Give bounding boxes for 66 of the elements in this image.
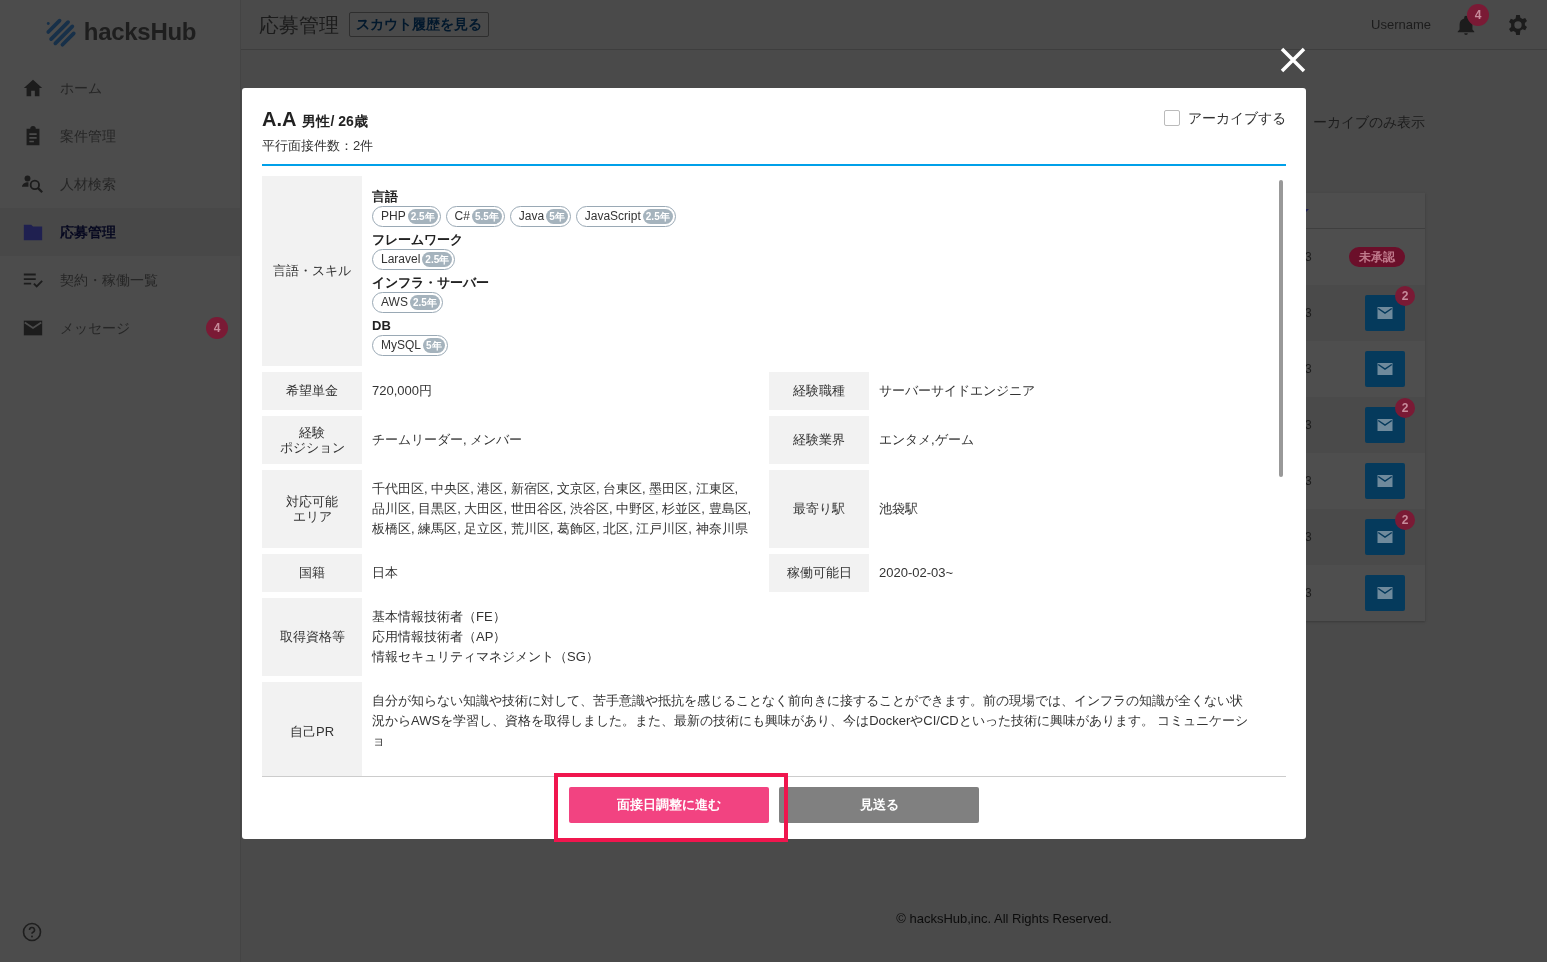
mail-icon bbox=[1376, 304, 1394, 322]
message-button[interactable] bbox=[1365, 351, 1405, 387]
field-label: 自己PR bbox=[262, 681, 362, 776]
skill-category: フレームワーク bbox=[372, 230, 464, 249]
field-label: 対応可能 bbox=[286, 493, 338, 509]
count-badge: 2 bbox=[1395, 398, 1415, 418]
skill-category: DB bbox=[372, 316, 392, 335]
message-button[interactable] bbox=[1365, 463, 1405, 499]
mail-icon bbox=[1376, 584, 1394, 602]
scout-history-button[interactable]: スカウト履歴を見る bbox=[349, 12, 489, 37]
count-badge: 2 bbox=[1395, 286, 1415, 306]
years-badge: 5年 bbox=[546, 208, 568, 224]
applicant-name: A.A bbox=[262, 108, 297, 130]
scrollbar-thumb[interactable] bbox=[1279, 179, 1283, 477]
field-label: 最寄り駅 bbox=[769, 469, 869, 548]
sidebar-item[interactable]: 応募管理 bbox=[0, 208, 240, 256]
message-button[interactable] bbox=[1365, 575, 1405, 611]
field-label: 言語・スキル bbox=[262, 175, 362, 366]
mail-icon bbox=[1376, 472, 1394, 490]
home-icon bbox=[22, 77, 44, 99]
field-label: 国籍 bbox=[262, 553, 362, 592]
mail-icon bbox=[1376, 416, 1394, 434]
self-pr-text: 自分が知らない知識や技術に対して、苦手意識や抵抗を感じることなく前向きに接することができます。前の現場では、インフラの知識が全くない状況からAWSを学習し、資格を取得しました。また、最新の技術にも興味があり、今はDockerやCI/CDといった技術に興味があります。 コミュニケーショ bbox=[371, 691, 1250, 750]
field-label: 経験業界 bbox=[769, 415, 869, 464]
field-value: チームリーダー, メンバー bbox=[371, 430, 524, 449]
status-badge: 未承認 bbox=[1349, 247, 1405, 267]
field-value: エンタメ,ゲーム bbox=[878, 430, 975, 449]
field-value: 2020-02-03~ bbox=[878, 563, 955, 582]
years-badge: 5.5年 bbox=[471, 208, 502, 224]
close-icon[interactable] bbox=[1280, 47, 1306, 73]
skill-category: 言語 bbox=[372, 187, 399, 206]
archive-checkbox[interactable]: アーカイブする bbox=[1164, 108, 1286, 156]
field-value: 基本情報技術者（FE） bbox=[372, 607, 507, 626]
copyright-text: © hacksHub,inc. All Rights Reserved. bbox=[896, 910, 1112, 926]
field-value: 720,000円 bbox=[371, 381, 433, 400]
field-value: 千代田区, 中央区, 港区, 新宿区, 文京区, 台東区, 墨田区, 江東区, 品川区, 目黒区, 大田区, 世田谷区, 渋谷区, 中野区, 杉並区, 豊島区, 板橋区, 練馬区, 足立区, 荒川区, 葛飾区, 北区, 江戸川区, 神奈川県 bbox=[371, 479, 753, 538]
person-search-icon bbox=[22, 173, 44, 195]
field-value: 応用情報技術者（AP） bbox=[372, 627, 508, 646]
field-value: 日本 bbox=[371, 563, 399, 582]
years-badge: 2.5年 bbox=[409, 294, 440, 310]
field-label: 経験 bbox=[299, 424, 325, 440]
settings-icon[interactable] bbox=[1507, 13, 1529, 36]
count-badge: 2 bbox=[1395, 510, 1415, 530]
years-badge: 5年 bbox=[423, 337, 445, 353]
proceed-button[interactable]: 面接日調整に進む bbox=[569, 786, 769, 823]
interview-count-text: 平行面接件数：2件 bbox=[262, 137, 374, 155]
field-label: 希望単金 bbox=[262, 371, 362, 410]
field-value: 池袋駅 bbox=[878, 499, 919, 518]
field-value: サーバーサイドエンジニア bbox=[878, 381, 1036, 400]
field-value: 情報セキュリティマネジメント（SG） bbox=[372, 647, 600, 666]
count-badge: 4 bbox=[206, 317, 228, 339]
field-label: ポジション bbox=[279, 439, 345, 455]
field-label: 経験職種 bbox=[769, 371, 869, 410]
years-badge: 2.5年 bbox=[422, 251, 453, 267]
years-badge: 2.5年 bbox=[642, 208, 673, 224]
field-label: 稼働可能日 bbox=[769, 553, 869, 592]
mail-icon bbox=[1376, 528, 1394, 546]
field-label: エリア bbox=[292, 508, 332, 524]
gender-age-text: 男性/ 26歳 bbox=[302, 113, 368, 129]
mail-icon bbox=[1376, 360, 1394, 378]
decline-button[interactable]: 見送る bbox=[779, 786, 979, 823]
notification-badge: 4 bbox=[1467, 3, 1489, 26]
field-label: 取得資格等 bbox=[262, 597, 362, 676]
skill-category: インフラ・サーバー bbox=[372, 273, 490, 292]
years-badge: 2.5年 bbox=[407, 208, 438, 224]
help-icon[interactable] bbox=[22, 922, 42, 942]
